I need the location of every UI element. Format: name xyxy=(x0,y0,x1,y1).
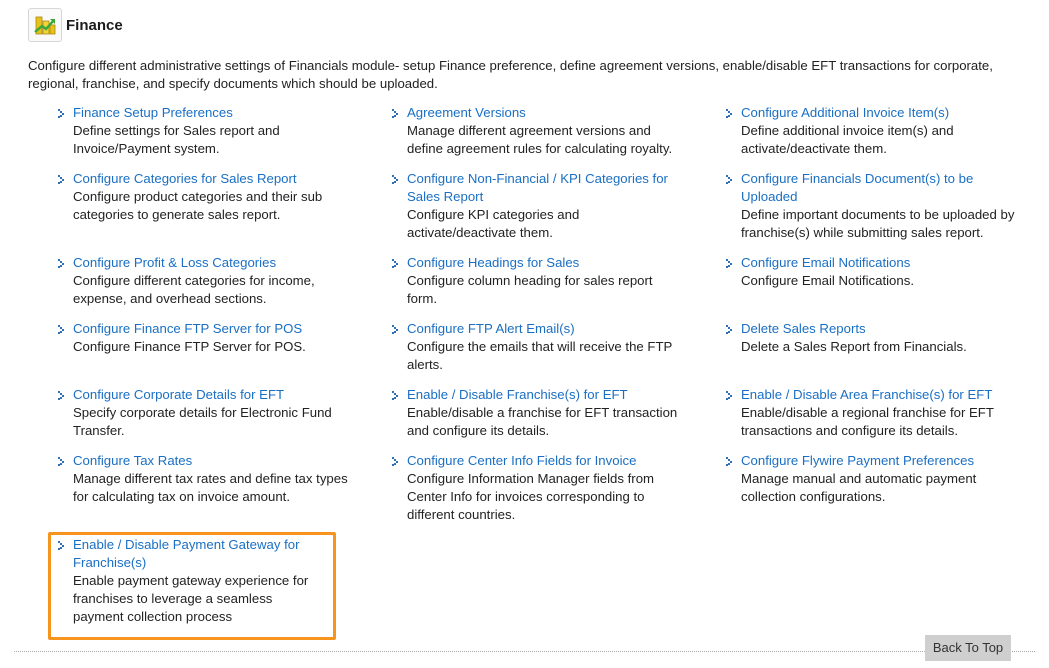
center-info-fields-link[interactable]: Configure Center Info Fields for Invoice xyxy=(407,452,682,470)
menu-item-description: Manage different agreement versions and … xyxy=(407,123,673,156)
menu-item-description: Define additional invoice item(s) and ac… xyxy=(741,123,954,156)
menu-item: Enable / Disable Payment Gateway for Fra… xyxy=(58,536,318,626)
bullet-icon xyxy=(58,175,64,184)
bullet-icon xyxy=(58,259,64,268)
finance-module-icon xyxy=(28,8,62,42)
menu-item-description: Specify corporate details for Electronic… xyxy=(73,405,332,438)
menu-item: Configure Finance FTP Server for POS Con… xyxy=(58,320,348,356)
bullet-icon xyxy=(392,457,398,466)
bullet-icon xyxy=(392,259,398,268)
agreement-versions-link[interactable]: Agreement Versions xyxy=(407,104,682,122)
tax-rates-link[interactable]: Configure Tax Rates xyxy=(73,452,348,470)
profit-loss-categories-link[interactable]: Configure Profit & Loss Categories xyxy=(73,254,348,272)
bullet-icon xyxy=(58,457,64,466)
franchise-eft-toggle-link[interactable]: Enable / Disable Franchise(s) for EFT xyxy=(407,386,682,404)
menu-item: Configure Flywire Payment Preferences Ma… xyxy=(726,452,1016,506)
menu-item: Configure Tax Rates Manage different tax… xyxy=(58,452,348,506)
menu-item: Configure Additional Invoice Item(s) Def… xyxy=(726,104,1016,158)
menu-item: Configure FTP Alert Email(s) Configure t… xyxy=(392,320,682,374)
bullet-icon xyxy=(58,541,64,550)
sales-report-categories-link[interactable]: Configure Categories for Sales Report xyxy=(73,170,348,188)
corporate-eft-details-link[interactable]: Configure Corporate Details for EFT xyxy=(73,386,348,404)
bullet-icon xyxy=(726,109,732,118)
bullet-icon xyxy=(392,325,398,334)
bullet-icon xyxy=(58,391,64,400)
bullet-icon xyxy=(392,175,398,184)
menu-item-description: Manage different tax rates and define ta… xyxy=(73,471,348,504)
menu-item-description: Configure Email Notifications. xyxy=(741,273,914,288)
kpi-categories-link[interactable]: Configure Non-Financial / KPI Categories… xyxy=(407,170,682,206)
bullet-icon xyxy=(726,391,732,400)
back-to-top-button[interactable]: Back To Top xyxy=(925,635,1011,661)
menu-item: Configure Non-Financial / KPI Categories… xyxy=(392,170,682,242)
menu-item: Enable / Disable Franchise(s) for EFT En… xyxy=(392,386,682,440)
bullet-icon xyxy=(58,325,64,334)
menu-item-description: Configure KPI categories and activate/de… xyxy=(407,207,580,240)
menu-item: Delete Sales Reports Delete a Sales Repo… xyxy=(726,320,1016,356)
bullet-icon xyxy=(726,325,732,334)
page-title: Finance xyxy=(66,16,123,34)
menu-item: Enable / Disable Area Franchise(s) for E… xyxy=(726,386,1016,440)
finance-ftp-server-link[interactable]: Configure Finance FTP Server for POS xyxy=(73,320,348,338)
menu-item-description: Delete a Sales Report from Financials. xyxy=(741,339,967,354)
additional-invoice-items-link[interactable]: Configure Additional Invoice Item(s) xyxy=(741,104,1016,122)
menu-item: Configure Email Notifications Configure … xyxy=(726,254,1016,290)
menu-item-description: Configure Finance FTP Server for POS. xyxy=(73,339,306,354)
menu-item: Agreement Versions Manage different agre… xyxy=(392,104,682,158)
menu-item-description: Configure Information Manager fields fro… xyxy=(407,471,655,522)
menu-item-description: Configure column heading for sales repor… xyxy=(407,273,653,306)
divider xyxy=(14,651,1035,652)
sales-headings-link[interactable]: Configure Headings for Sales xyxy=(407,254,682,272)
menu-item-description: Define important documents to be uploade… xyxy=(741,207,1015,240)
bullet-icon xyxy=(726,259,732,268)
menu-item: Finance Setup Preferences Define setting… xyxy=(58,104,348,158)
page-header: Finance xyxy=(28,8,123,42)
menu-item-description: Configure the emails that will receive t… xyxy=(407,339,673,372)
menu-item-description: Configure product categories and their s… xyxy=(73,189,323,222)
menu-item: Configure Categories for Sales Report Co… xyxy=(58,170,348,224)
email-notifications-link[interactable]: Configure Email Notifications xyxy=(741,254,1016,272)
menu-item: Configure Corporate Details for EFT Spec… xyxy=(58,386,348,440)
menu-item: Configure Profit & Loss Categories Confi… xyxy=(58,254,348,308)
menu-item-description: Configure different categories for incom… xyxy=(73,273,315,306)
bullet-icon xyxy=(392,109,398,118)
module-description: Configure different administrative setti… xyxy=(28,58,993,91)
menu-item-description: Define settings for Sales report and Inv… xyxy=(73,123,280,156)
menu-item: Configure Financials Document(s) to be U… xyxy=(726,170,1016,242)
finance-setup-preferences-link[interactable]: Finance Setup Preferences xyxy=(73,104,348,122)
ftp-alert-emails-link[interactable]: Configure FTP Alert Email(s) xyxy=(407,320,682,338)
menu-item-description: Manage manual and automatic payment coll… xyxy=(741,471,977,504)
financials-documents-link[interactable]: Configure Financials Document(s) to be U… xyxy=(741,170,1016,206)
menu-item-description: Enable/disable a regional franchise for … xyxy=(741,405,994,438)
bullet-icon xyxy=(392,391,398,400)
bullet-icon xyxy=(726,175,732,184)
menu-item: Configure Center Info Fields for Invoice… xyxy=(392,452,682,524)
bullet-icon xyxy=(58,109,64,118)
menu-item: Configure Headings for Sales Configure c… xyxy=(392,254,682,308)
area-franchise-eft-toggle-link[interactable]: Enable / Disable Area Franchise(s) for E… xyxy=(741,386,1016,404)
menu-item-description: Enable/disable a franchise for EFT trans… xyxy=(407,405,678,438)
flywire-payment-preferences-link[interactable]: Configure Flywire Payment Preferences xyxy=(741,452,1016,470)
menu-item-description: Enable payment gateway experience for fr… xyxy=(73,573,309,624)
delete-sales-reports-link[interactable]: Delete Sales Reports xyxy=(741,320,1016,338)
bullet-icon xyxy=(726,457,732,466)
payment-gateway-toggle-link[interactable]: Enable / Disable Payment Gateway for Fra… xyxy=(73,536,318,572)
